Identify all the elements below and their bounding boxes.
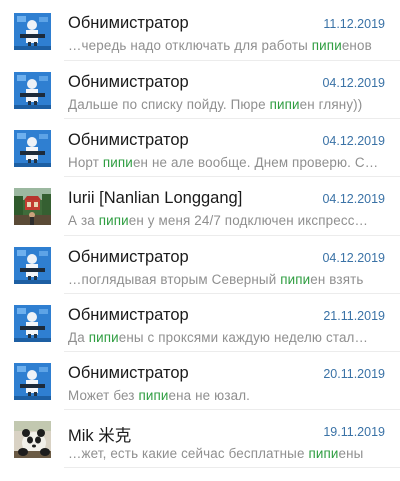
preview-text: Дальше по списку пойду. Пюре <box>68 97 270 112</box>
message-preview: Дальше по списку пойду. Пюре пипиен глян… <box>68 97 388 112</box>
obnimistrator-avatar <box>14 72 51 109</box>
search-result-item[interactable]: Обнимистратор 21.11.2019 Да пипиены с пр… <box>0 294 400 352</box>
contact-name: Mik 米克 <box>68 427 132 446</box>
contact-name: Обнимистратор <box>68 73 189 91</box>
preview-text: …поглядывая вторым Северный <box>68 271 281 287</box>
message-preview: А за пипиен у меня 24/7 подключен икспре… <box>68 213 388 228</box>
search-result-item[interactable]: Mik 米克 19.11.2019 …жет, есть какие сейча… <box>0 410 400 469</box>
iurii-avatar <box>14 188 51 226</box>
message-date: 04.12.2019 <box>322 76 385 90</box>
contact-name: Обнимистратор <box>68 131 189 150</box>
search-match-highlight: пипи <box>98 213 129 229</box>
contact-name: Обнимистратор <box>68 247 189 266</box>
preview-text: ен гляну)) <box>299 97 363 112</box>
contact-name: Обнимистратор <box>68 305 189 324</box>
message-date: 20.11.2019 <box>323 366 385 381</box>
message-date: 11.12.2019 <box>323 17 385 31</box>
search-match-highlight: пипи <box>102 155 133 171</box>
search-match-highlight: пипи <box>88 329 119 345</box>
search-result-item[interactable]: Обнимистратор 04.12.2019 …поглядывая вто… <box>0 236 400 294</box>
preview-text: …черeдь надо отключать для работы <box>68 38 312 53</box>
obnimistrator-avatar <box>14 304 51 342</box>
preview-text: ен не але вообще. Днем проверю. С… <box>132 155 379 171</box>
mik-avatar <box>14 421 51 459</box>
preview-text: ены с проксями каждую неделю стал… <box>118 329 369 345</box>
search-match-highlight: пипи <box>138 387 169 403</box>
message-preview: …черeдь надо отключать для работы пипиен… <box>68 38 388 53</box>
message-preview: Норт пипиен не але вообще. Днем проверю.… <box>68 155 388 170</box>
obnimistrator-avatar <box>14 13 51 50</box>
message-preview: Да пипиены с проксями каждую неделю стал… <box>68 330 388 345</box>
message-date: 21.11.2019 <box>323 308 385 323</box>
search-result-item[interactable]: Обнимистратор 04.12.2019 Норт пипиен не … <box>0 119 400 178</box>
contact-name: Обнимистратор <box>68 363 189 382</box>
search-result-item[interactable]: Обнимистратор 20.11.2019 Может без пипие… <box>0 352 400 411</box>
message-date: 19.11.2019 <box>323 425 385 440</box>
contact-name: Iurii [Nanlian Longgang] <box>68 189 243 208</box>
preview-text: ена не юзал. <box>168 387 251 403</box>
preview-text: ен взять <box>310 271 364 287</box>
search-match-highlight: пипи <box>280 271 311 287</box>
message-preview: Может без пипиена не юзал. <box>68 388 388 403</box>
preview-text: …жет, есть какие сейчас бесплатные <box>68 446 309 462</box>
search-match-highlight: пипи <box>311 38 342 53</box>
search-result-item[interactable]: Iurii [Nanlian Longgang] 04.12.2019 А за… <box>0 177 400 236</box>
obnimistrator-avatar <box>14 130 51 168</box>
search-result-item[interactable]: Обнимистратор 04.12.2019 Дальше по списк… <box>0 61 400 120</box>
preview-text: Да <box>68 329 89 345</box>
preview-text: ен у меня 24/7 подключен икспресс… <box>128 213 369 229</box>
search-results-list: Обнимистратор 11.12.2019 …черeдь надо от… <box>0 0 400 469</box>
obnimistrator-avatar <box>14 246 51 284</box>
message-preview: …жет, есть какие сейчас бесплатные пипие… <box>68 446 388 461</box>
message-date: 04.12.2019 <box>322 250 385 265</box>
preview-text: Может без <box>68 387 139 403</box>
search-result-item[interactable]: Обнимистратор 11.12.2019 …черeдь надо от… <box>0 0 400 61</box>
divider <box>64 467 400 469</box>
preview-text: ены <box>338 446 364 462</box>
preview-text: А за <box>68 213 99 229</box>
preview-text: енов <box>341 38 372 53</box>
search-match-highlight: пипи <box>269 97 300 112</box>
preview-text: Норт <box>68 155 103 171</box>
message-preview: …поглядывая вторым Северный пипиен взять <box>68 272 388 287</box>
message-date: 04.12.2019 <box>322 192 385 207</box>
obnimistrator-avatar <box>14 362 51 400</box>
message-date: 04.12.2019 <box>322 134 385 149</box>
search-match-highlight: пипи <box>308 446 339 462</box>
contact-name: Обнимистратор <box>68 14 189 32</box>
